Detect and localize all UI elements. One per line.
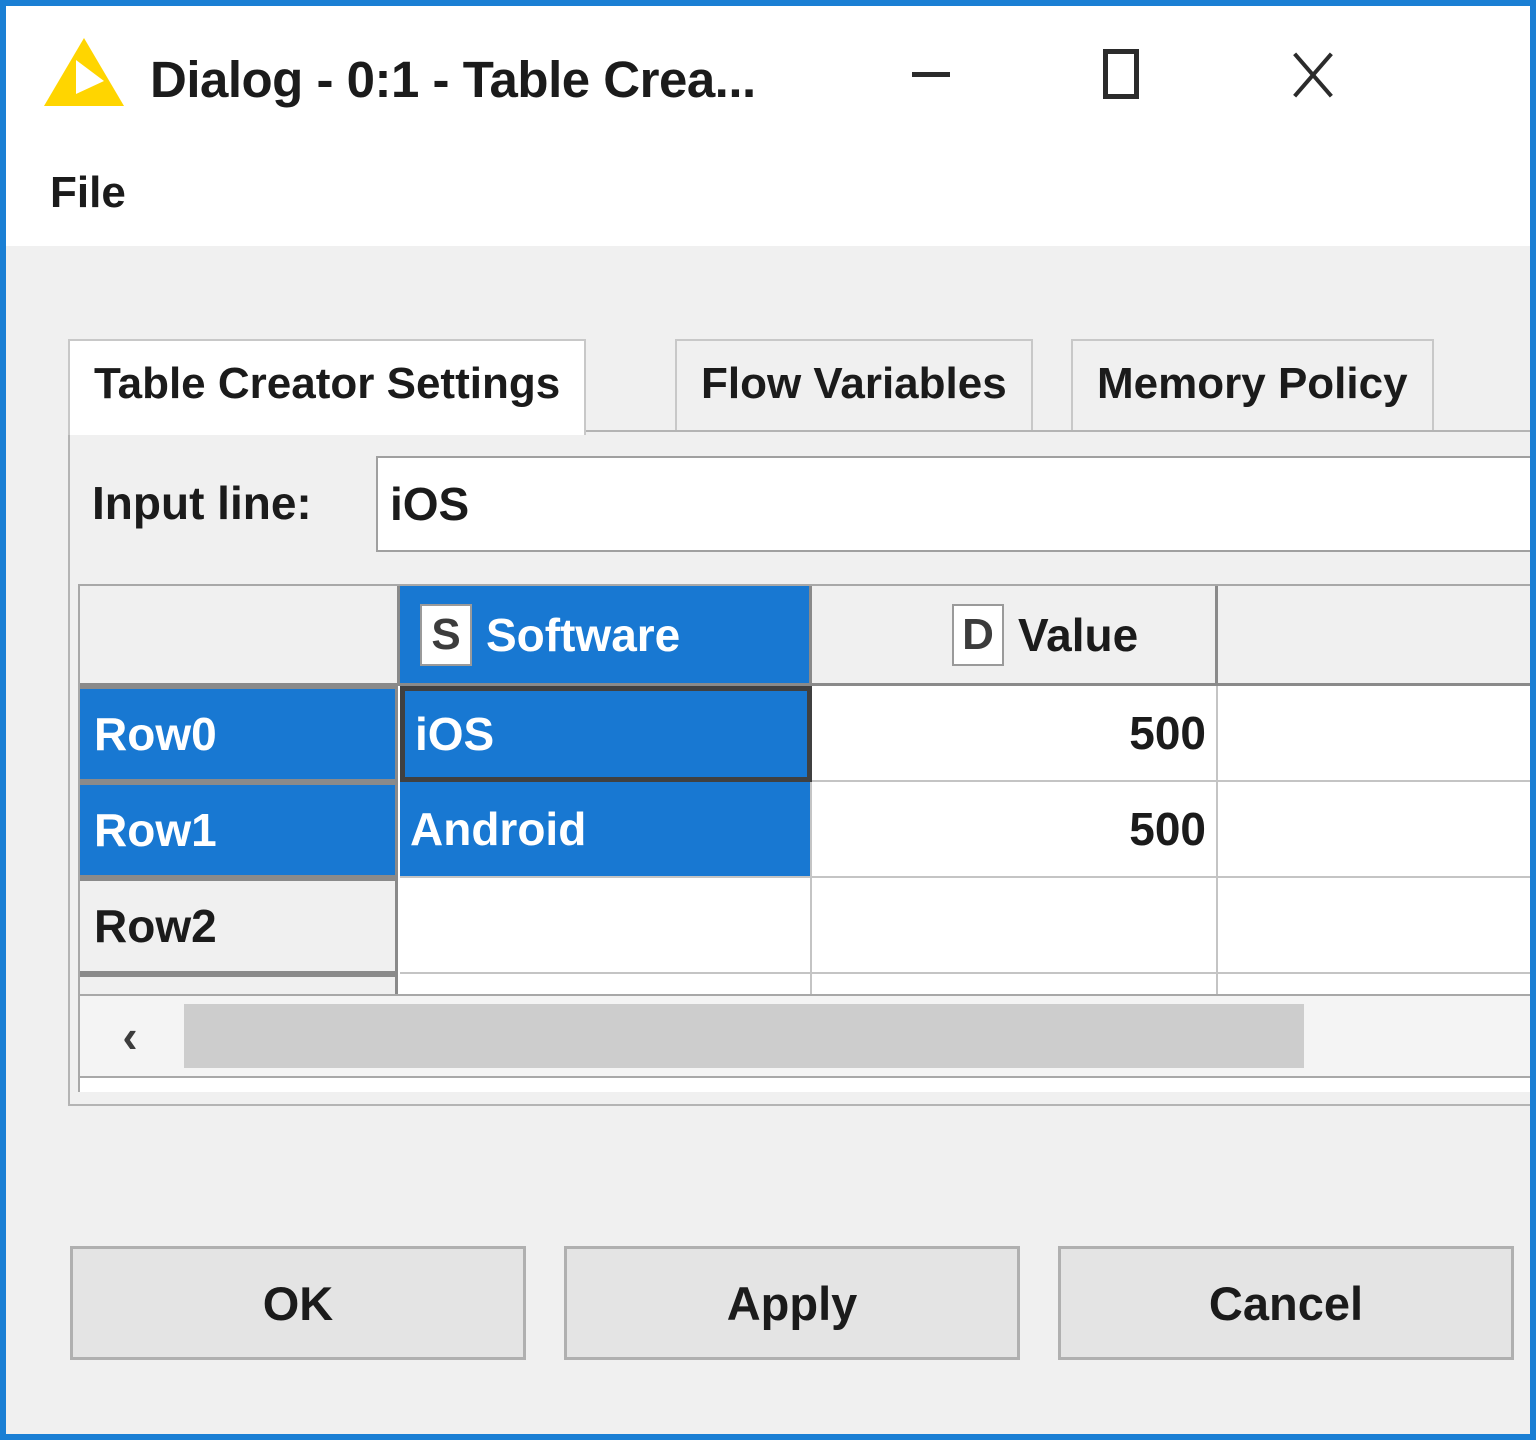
table-header-row: S Software D Value (80, 586, 1530, 686)
tab-label: Flow Variables (701, 359, 1007, 408)
input-line-label: Input line: (92, 477, 312, 529)
cell-empty-row2[interactable] (1218, 878, 1530, 974)
column-header-software[interactable]: S Software (400, 586, 812, 686)
maximize-icon (1103, 49, 1139, 99)
input-line-row: Input line: (70, 434, 1530, 574)
tab-memory-policy[interactable]: Memory Policy (1071, 339, 1434, 431)
string-type-icon: S (420, 603, 472, 666)
tab-flow-variables[interactable]: Flow Variables (675, 339, 1033, 431)
double-type-icon: D (952, 603, 1004, 666)
tab-label: Memory Policy (1097, 359, 1408, 408)
cell-value-row1[interactable]: 500 (812, 782, 1218, 878)
column-header-label: Value (1018, 608, 1139, 661)
row-header-row0[interactable]: Row0 (80, 686, 398, 782)
dialog-window: Dialog - 0:1 - Table Crea... File Table … (0, 0, 1536, 1440)
column-header-empty[interactable] (1218, 586, 1530, 686)
table-creator-settings-panel: Input line: S Software (68, 430, 1530, 1106)
cell-software-row0[interactable]: iOS (400, 686, 812, 782)
close-button[interactable] (1246, 6, 1376, 144)
title-bar: Dialog - 0:1 - Table Crea... (6, 6, 1530, 144)
cell-value-row0[interactable]: 500 (812, 686, 1218, 782)
menu-item-file[interactable]: File (44, 166, 132, 220)
maximize-button[interactable] (1056, 6, 1186, 144)
dialog-content: Table Creator Settings Flow Variables Me… (6, 246, 1530, 1434)
scrollbar-thumb[interactable] (184, 1004, 1304, 1068)
tab-table-creator-settings[interactable]: Table Creator Settings (68, 339, 587, 435)
input-line-field[interactable] (376, 456, 1530, 552)
horizontal-scrollbar[interactable]: ‹ (78, 994, 1530, 1078)
cell-software-row2[interactable] (400, 878, 812, 974)
cancel-button[interactable]: Cancel (1058, 1246, 1514, 1360)
row-header-row2[interactable]: Row2 (80, 878, 398, 974)
cell-value-row2[interactable] (812, 878, 1218, 974)
cell-software-row1[interactable]: Android (400, 782, 812, 878)
row-header-row1[interactable]: Row1 (80, 782, 398, 878)
column-header-value[interactable]: D Value (812, 586, 1218, 686)
knime-triangle-icon (42, 36, 126, 108)
cell-empty-row1[interactable] (1218, 782, 1530, 878)
table-row: Row0 iOS 500 (80, 686, 1530, 782)
minimize-button[interactable] (866, 6, 996, 144)
tab-label: Table Creator Settings (94, 359, 561, 408)
cell-empty-row0[interactable] (1218, 686, 1530, 782)
table-row: Row1 Android 500 (80, 782, 1530, 878)
table-row: Row2 (80, 878, 1530, 974)
column-header-label: Software (486, 608, 681, 661)
close-icon (1291, 49, 1335, 99)
menu-bar: File (6, 144, 1530, 246)
apply-button[interactable]: Apply (564, 1246, 1020, 1360)
ok-button[interactable]: OK (70, 1246, 526, 1360)
dialog-button-bar: OK Apply Cancel (6, 1246, 1530, 1376)
window-title: Dialog - 0:1 - Table Crea... (150, 51, 756, 108)
column-header-corner[interactable] (80, 586, 400, 686)
scroll-left-icon[interactable]: ‹ (80, 996, 180, 1076)
minimize-icon (912, 72, 950, 77)
